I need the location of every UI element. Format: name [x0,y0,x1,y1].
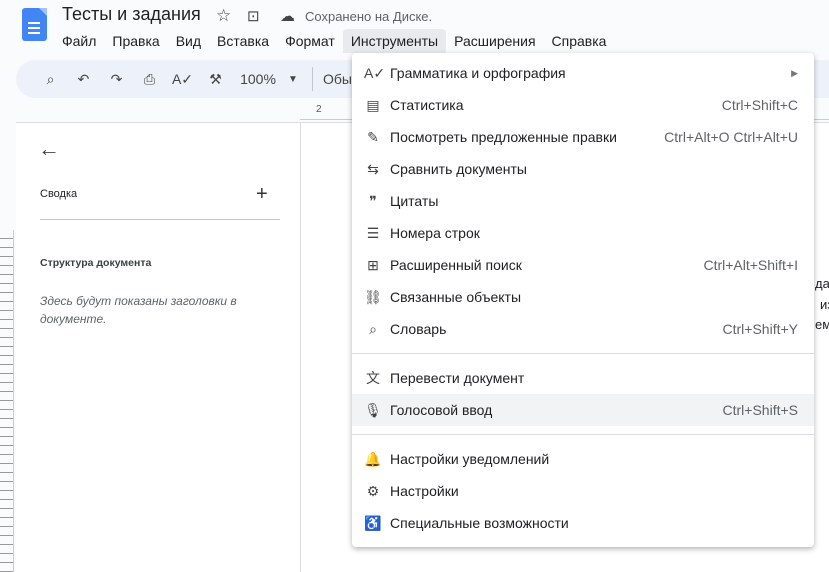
menu-item-label: Сравнить документы [390,161,527,177]
move-folder-icon[interactable]: ⊡ [247,7,260,25]
menu-item-label: Грамматика и орфография [390,65,566,81]
divider [40,219,280,220]
menu-format[interactable]: Формат [277,29,343,53]
menu-extensions[interactable]: Расширения [446,29,543,53]
shortcut: Ctrl+Alt+Shift+I [703,257,798,273]
preferences-icon: ⚙ [366,482,380,499]
word-count-icon: ▤ [366,96,380,113]
tools-dropdown-menu: A✓ Грамматика и орфография ▶ ▤ Статистика Ctr… [352,53,814,547]
notification-settings-icon: 🔔 [364,450,382,467]
doc-text: из [820,297,829,312]
accessibility-icon: ♿ [364,514,382,531]
menu-item-word-count[interactable]: ▤ Статистика Ctrl+Shift+C [352,89,814,121]
save-status: Сохранено на Диске. [305,9,433,24]
menu-item-label: Настройки уведомлений [390,451,550,467]
menu-separator [352,434,814,435]
menu-help[interactable]: Справка [544,29,615,53]
citations-icon: ❞ [369,192,377,209]
menu-item-label: Связанные объекты [390,289,522,305]
vertical-ruler[interactable] [0,230,14,572]
paint-format-icon[interactable]: ⚒ [199,71,232,88]
menu-item-dictionary[interactable]: ⌕ Словарь Ctrl+Shift+Y [352,313,814,345]
menu-item-notification-settings[interactable]: 🔔 Настройки уведомлений [352,443,814,475]
menu-item-line-numbers[interactable]: ☰ Номера строк [352,217,814,249]
menu-item-grammar[interactable]: A✓ Грамматика и орфография ▶ [352,57,814,89]
menu-item-preferences[interactable]: ⚙ Настройки [352,475,814,507]
line-numbers-icon: ☰ [366,224,380,241]
menu-tools[interactable]: Инструменты [342,29,447,53]
menu-item-compare[interactable]: ⇆ Сравнить документы [352,153,814,185]
shortcut: Ctrl+Alt+O Ctrl+Alt+U [664,129,798,145]
menubar: Файл Правка Вид Вставка Формат Инструмен… [54,29,614,53]
menu-edit[interactable]: Правка [104,29,167,53]
menu-item-label: Расширенный поиск [390,257,522,273]
back-arrow-icon[interactable]: ← [38,136,60,162]
menu-item-label: Статистика [390,97,464,113]
menu-separator [352,353,814,354]
outline-hint: Здесь будут показаны заголовки в докумен… [40,294,237,326]
chevron-down-icon[interactable]: ▼ [284,74,302,85]
docs-logo-icon[interactable] [22,8,47,41]
menu-item-citations[interactable]: ❞ Цитаты [352,185,814,217]
menu-item-label: Голосовой ввод [390,402,493,418]
menu-item-label: Цитаты [390,193,439,209]
add-summary-button[interactable]: + [256,183,268,206]
menu-view[interactable]: Вид [168,29,209,53]
toolbar-divider [312,67,313,91]
explore-icon: ⊞ [367,256,379,273]
doc-text: дар [815,276,829,291]
voice-typing-icon: 🎙 [364,401,382,418]
star-icon[interactable]: ☆ [216,6,231,26]
compare-icon: ⇆ [367,160,379,177]
undo-icon[interactable]: ↶ [67,71,100,88]
menu-item-label: Настройки [390,483,459,499]
grammar-icon: A✓ [364,64,386,81]
translate-icon: 文 [366,370,380,386]
review-edits-icon: ✎ [367,128,379,145]
linked-objects-icon: ⛓ [364,288,382,305]
outline-heading: Структура документа [40,257,152,269]
menu-insert[interactable]: Вставка [209,29,277,53]
redo-icon[interactable]: ↷ [100,71,133,88]
ruler-mark: 2 [316,104,322,115]
zoom-select[interactable]: 100% [232,71,284,87]
menu-item-voice-typing[interactable]: 🎙 Голосовой ввод Ctrl+Shift+S [352,394,814,426]
doc-text: ем [815,317,829,332]
menu-item-translate[interactable]: 文 Перевести документ [352,362,814,394]
dictionary-icon: ⌕ [369,320,377,337]
menu-file[interactable]: Файл [54,29,104,53]
cloud-saved-icon: ☁ [280,8,295,25]
summary-label: Сводка [40,188,78,200]
search-icon[interactable]: ⌕ [34,71,67,88]
menu-item-label: Посмотреть предложенные правки [390,129,617,145]
menu-item-linked-objects[interactable]: ⛓ Связанные объекты [352,281,814,313]
print-icon[interactable]: ⎙ [133,71,166,88]
menu-item-review-edits[interactable]: ✎ Посмотреть предложенные правки Ctrl+Alt+… [352,121,814,153]
shortcut: Ctrl+Shift+S [722,402,798,418]
document-title[interactable]: Тесты и задания [62,4,201,25]
menu-item-accessibility[interactable]: ♿ Специальные возможности [352,507,814,539]
spellcheck-icon[interactable]: A✓ [166,71,199,88]
menu-item-explore[interactable]: ⊞ Расширенный поиск Ctrl+Alt+Shift+I [352,249,814,281]
menu-item-label: Словарь [390,321,447,337]
menu-item-label: Номера строк [390,225,480,241]
submenu-arrow-icon: ▶ [791,67,798,78]
shortcut: Ctrl+Shift+C [721,97,798,113]
menu-item-label: Специальные возможности [390,515,569,531]
menu-item-label: Перевести документ [390,370,525,386]
shortcut: Ctrl+Shift+Y [722,321,798,337]
